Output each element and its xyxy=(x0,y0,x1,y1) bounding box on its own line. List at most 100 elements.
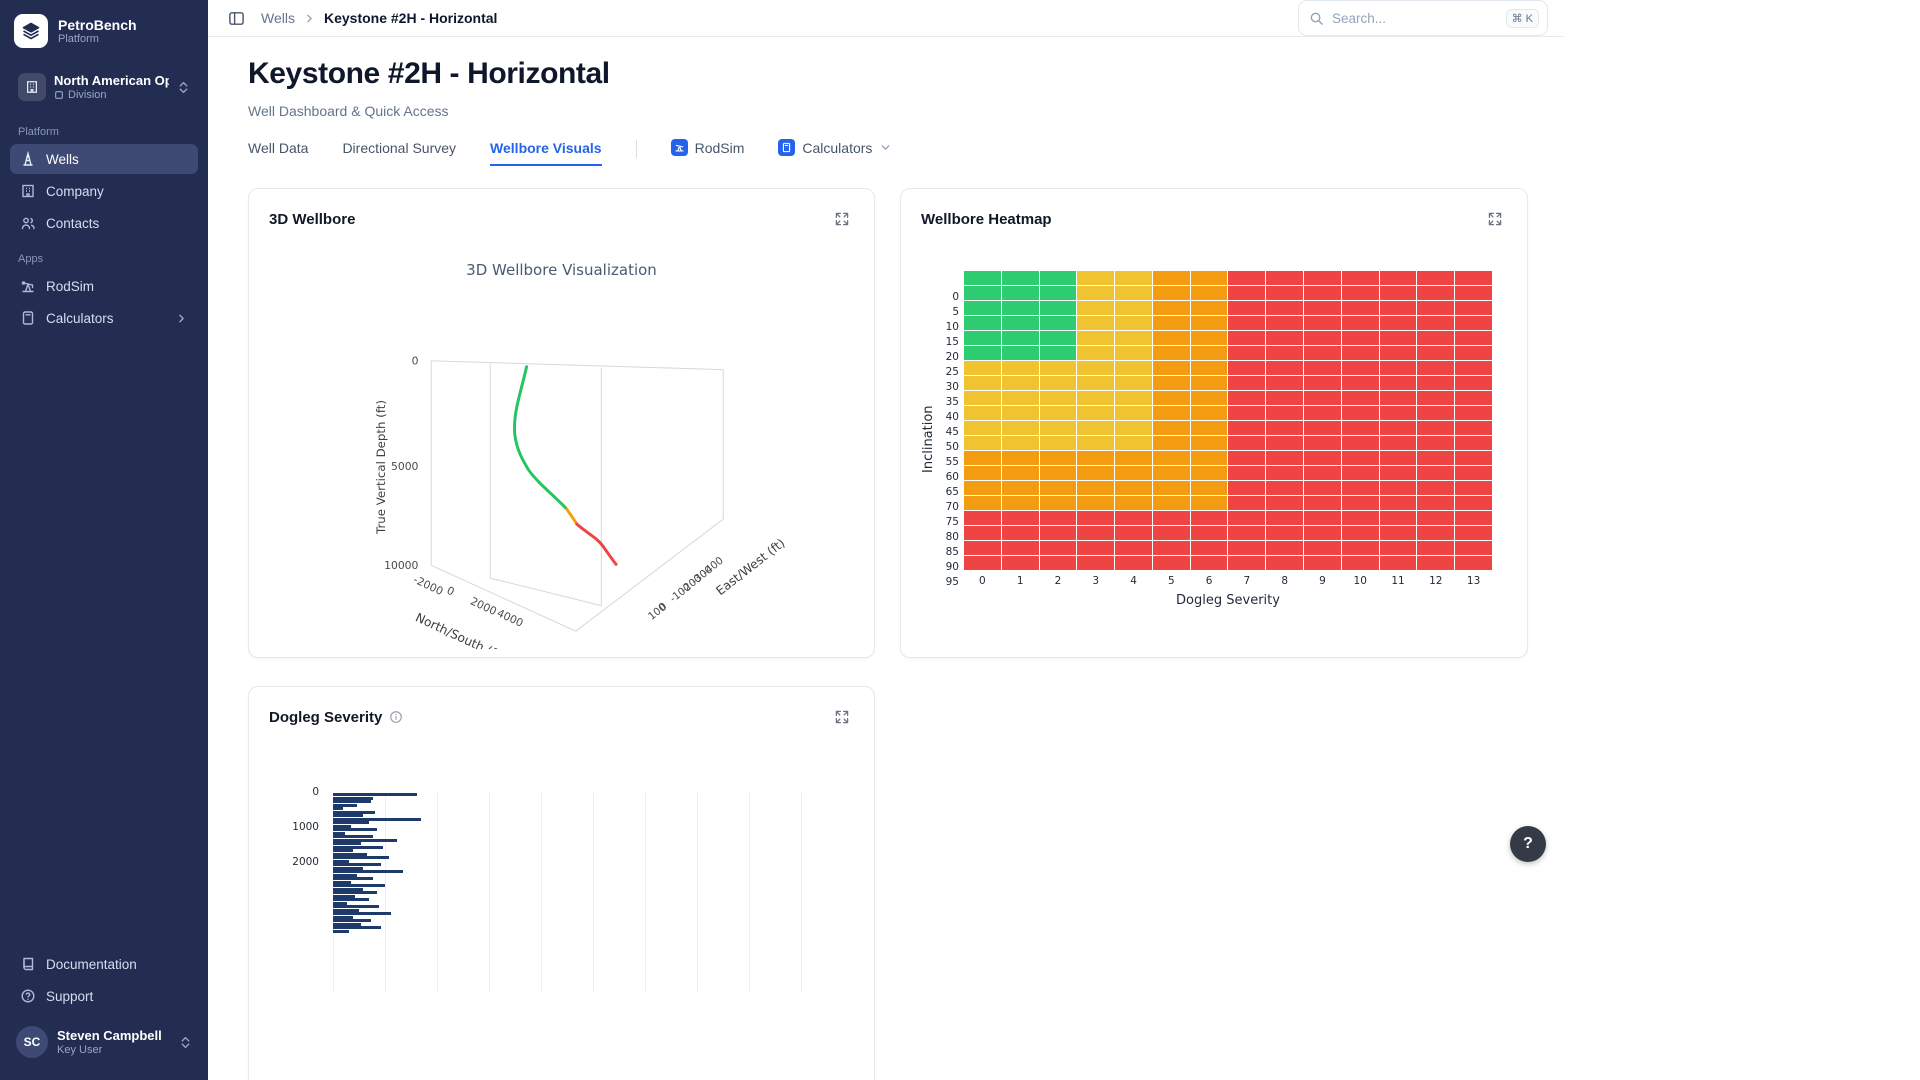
heatmap-cell[interactable] xyxy=(1002,481,1039,495)
heatmap-cell[interactable] xyxy=(1115,316,1152,330)
heatmap-cell[interactable] xyxy=(1040,556,1077,570)
heatmap-cell[interactable] xyxy=(1417,481,1454,495)
heatmap-cell[interactable] xyxy=(1380,481,1417,495)
heatmap-cell[interactable] xyxy=(1342,271,1379,285)
heatmap-cell[interactable] xyxy=(1342,361,1379,375)
heatmap-cell[interactable] xyxy=(1191,451,1228,465)
tab-well-data[interactable]: Well Data xyxy=(248,140,308,166)
heatmap-cell[interactable] xyxy=(1115,391,1152,405)
heatmap-cell[interactable] xyxy=(1342,481,1379,495)
heatmap-cell[interactable] xyxy=(964,436,1001,450)
org-switcher[interactable]: North American Opera Division xyxy=(10,66,198,108)
heatmap-cell[interactable] xyxy=(1304,541,1341,555)
dogleg-bar[interactable] xyxy=(333,818,421,821)
heatmap-cell[interactable] xyxy=(1304,391,1341,405)
heatmap-cell[interactable] xyxy=(1266,496,1303,510)
heatmap-cell[interactable] xyxy=(1417,406,1454,420)
heatmap-cell[interactable] xyxy=(1191,526,1228,540)
heatmap-cell[interactable] xyxy=(1380,331,1417,345)
heatmap-cell[interactable] xyxy=(1266,271,1303,285)
heatmap-cell[interactable] xyxy=(964,421,1001,435)
dogleg-bar[interactable] xyxy=(333,842,361,845)
dogleg-bar[interactable] xyxy=(333,930,349,933)
dogleg-bar[interactable] xyxy=(333,825,351,828)
dogleg-bar[interactable] xyxy=(333,860,349,863)
heatmap-cell[interactable] xyxy=(1228,496,1265,510)
heatmap-cell[interactable] xyxy=(964,526,1001,540)
heatmap-cell[interactable] xyxy=(1153,331,1190,345)
heatmap-cell[interactable] xyxy=(1455,361,1492,375)
heatmap-cell[interactable] xyxy=(1040,406,1077,420)
heatmap-cell[interactable] xyxy=(1380,376,1417,390)
heatmap-cell[interactable] xyxy=(1040,376,1077,390)
heatmap-cell[interactable] xyxy=(1380,406,1417,420)
dogleg-bar[interactable] xyxy=(333,814,363,817)
dogleg-bar[interactable] xyxy=(333,902,347,905)
heatmap-cell[interactable] xyxy=(1115,496,1152,510)
dogleg-bar[interactable] xyxy=(333,919,371,922)
dogleg-bar[interactable] xyxy=(333,793,417,796)
heatmap-cell[interactable] xyxy=(1417,556,1454,570)
heatmap-cell[interactable] xyxy=(1115,466,1152,480)
heatmap-cell[interactable] xyxy=(1304,436,1341,450)
heatmap-cell[interactable] xyxy=(1380,511,1417,525)
heatmap-grid[interactable] xyxy=(964,271,1492,570)
heatmap-cell[interactable] xyxy=(1002,331,1039,345)
heatmap-cell[interactable] xyxy=(1417,496,1454,510)
tab-calculators[interactable]: Calculators xyxy=(778,139,892,166)
heatmap-cell[interactable] xyxy=(1455,316,1492,330)
heatmap-cell[interactable] xyxy=(1040,436,1077,450)
heatmap-cell[interactable] xyxy=(1266,466,1303,480)
heatmap-cell[interactable] xyxy=(1191,286,1228,300)
heatmap-cell[interactable] xyxy=(1077,511,1114,525)
heatmap-cell[interactable] xyxy=(1266,406,1303,420)
heatmap-cell[interactable] xyxy=(1417,331,1454,345)
heatmap-cell[interactable] xyxy=(1191,406,1228,420)
heatmap-cell[interactable] xyxy=(1040,331,1077,345)
dogleg-bar[interactable] xyxy=(333,821,369,824)
heatmap-cell[interactable] xyxy=(1077,346,1114,360)
heatmap-cell[interactable] xyxy=(1266,421,1303,435)
heatmap-cell[interactable] xyxy=(1380,346,1417,360)
heatmap-cell[interactable] xyxy=(1304,496,1341,510)
heatmap-cell[interactable] xyxy=(964,496,1001,510)
heatmap-cell[interactable] xyxy=(1455,436,1492,450)
sidebar-item-contacts[interactable]: Contacts xyxy=(10,208,198,238)
heatmap-cell[interactable] xyxy=(1191,511,1228,525)
heatmap-cell[interactable] xyxy=(1040,391,1077,405)
heatmap-cell[interactable] xyxy=(1002,301,1039,315)
dogleg-bar[interactable] xyxy=(333,909,359,912)
expand-icon[interactable] xyxy=(830,705,854,729)
heatmap-cell[interactable] xyxy=(1380,271,1417,285)
heatmap-cell[interactable] xyxy=(1417,466,1454,480)
heatmap-cell[interactable] xyxy=(1228,346,1265,360)
heatmap-cell[interactable] xyxy=(1077,271,1114,285)
tab-rodsim[interactable]: RodSim xyxy=(671,139,745,166)
heatmap-cell[interactable] xyxy=(1191,376,1228,390)
heatmap-cell[interactable] xyxy=(1191,466,1228,480)
sidebar-item-wells[interactable]: Wells xyxy=(10,144,198,174)
heatmap-cell[interactable] xyxy=(1191,271,1228,285)
heatmap-cell[interactable] xyxy=(1380,541,1417,555)
dogleg-bar[interactable] xyxy=(333,877,373,880)
heatmap-cell[interactable] xyxy=(1455,466,1492,480)
dogleg-bar[interactable] xyxy=(333,905,379,908)
heatmap-cell[interactable] xyxy=(1040,316,1077,330)
heatmap-cell[interactable] xyxy=(1191,346,1228,360)
dogleg-bar[interactable] xyxy=(333,832,345,835)
heatmap-cell[interactable] xyxy=(1455,481,1492,495)
heatmap-cell[interactable] xyxy=(964,406,1001,420)
heatmap-cell[interactable] xyxy=(1380,421,1417,435)
heatmap-cell[interactable] xyxy=(1002,436,1039,450)
heatmap-cell[interactable] xyxy=(1077,406,1114,420)
heatmap-cell[interactable] xyxy=(1153,391,1190,405)
heatmap-cell[interactable] xyxy=(1191,301,1228,315)
dogleg-bar[interactable] xyxy=(333,884,385,887)
heatmap-cell[interactable] xyxy=(1040,346,1077,360)
heatmap-cell[interactable] xyxy=(1342,526,1379,540)
heatmap-cell[interactable] xyxy=(1304,466,1341,480)
heatmap-cell[interactable] xyxy=(1342,421,1379,435)
heatmap-cell[interactable] xyxy=(1002,376,1039,390)
heatmap-cell[interactable] xyxy=(1228,541,1265,555)
heatmap-cell[interactable] xyxy=(1002,346,1039,360)
